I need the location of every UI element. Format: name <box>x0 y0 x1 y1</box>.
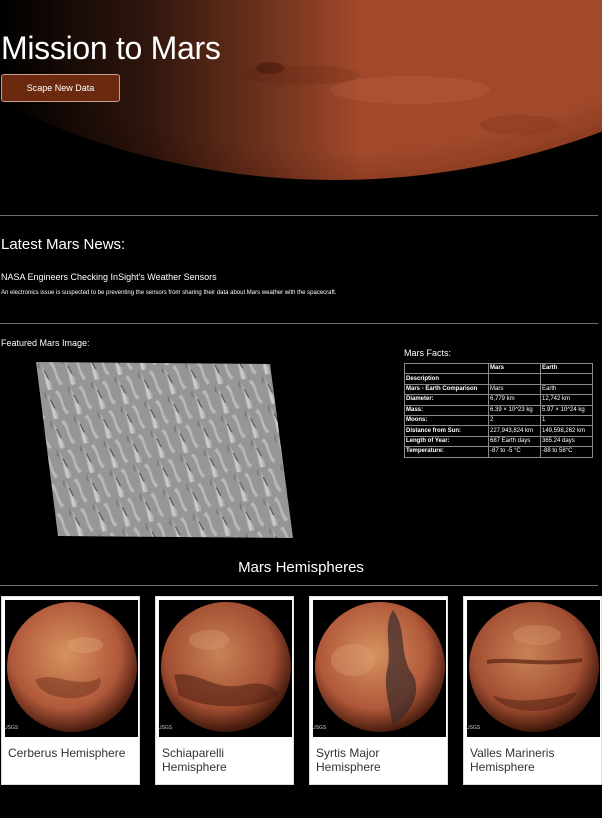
hemispheres-heading: Mars Hemispheres <box>238 559 364 576</box>
row-header: Temperature: <box>404 446 489 458</box>
mars-value <box>488 373 541 385</box>
hemisphere-name: Syrtis Major Hemisphere <box>316 746 381 774</box>
featured-mars-image[interactable] <box>36 362 294 540</box>
hemisphere-name: Cerberus Hemisphere <box>8 746 126 760</box>
mars-value: 227,943,824 km <box>488 425 541 437</box>
hero-banner: Mission to Mars Scape New Data <box>0 0 602 215</box>
table-row: Temperature: -87 to -5 °C -88 to 58°C <box>404 446 593 458</box>
row-header: Moons: <box>404 414 489 427</box>
divider <box>0 215 598 216</box>
earth-value: 149,598,262 km <box>540 425 593 437</box>
table-row: Diameter: 6,779 km 12,742 km <box>404 394 593 406</box>
mars-value: 6.39 × 10^23 kg <box>488 404 541 416</box>
mars-value: 2 <box>488 414 541 427</box>
hemisphere-card-cerberus[interactable]: USGS Cerberus Hemisphere <box>1 596 140 785</box>
hemisphere-card-valles-marineris[interactable]: USGS Valles Marineris Hemisphere <box>463 596 602 785</box>
hemisphere-card-schiaparelli[interactable]: USGS Schiaparelli Hemisphere <box>155 596 294 785</box>
news-headline: NASA Engineers Checking InSight's Weathe… <box>1 272 217 282</box>
row-header: Length of Year: <box>404 435 489 448</box>
table-row: Description <box>404 373 593 385</box>
table-row: Mass: 6.39 × 10^23 kg 5.97 × 10^24 kg <box>404 404 593 416</box>
divider <box>0 323 598 324</box>
earth-value: -88 to 58°C <box>540 446 593 458</box>
table-header-row: Mars Earth <box>404 362 593 375</box>
scrape-new-data-button[interactable]: Scape New Data <box>1 74 120 102</box>
syrtis-major-hemisphere-image[interactable] <box>313 600 446 737</box>
schiaparelli-hemisphere-image[interactable] <box>159 600 292 737</box>
hemisphere-card-syrtis-major[interactable]: USGS Syrtis Major Hemisphere <box>309 596 448 785</box>
mars-value: Mars <box>488 383 541 396</box>
usgs-watermark: USGS <box>312 725 327 731</box>
page-title: Mission to Mars <box>1 30 221 66</box>
mars-value: 6,779 km <box>488 394 541 406</box>
row-header: Distance from Sun: <box>404 425 489 437</box>
earth-value: 1 <box>540 414 593 427</box>
hemisphere-name: Valles Marineris Hemisphere <box>470 746 555 774</box>
column-header: Mars <box>488 362 541 375</box>
hemisphere-name: Schiaparelli Hemisphere <box>162 746 227 774</box>
column-header: Earth <box>540 362 593 375</box>
row-header: Description <box>404 373 489 385</box>
news-teaser: An electronics issue is suspected to be … <box>1 290 337 296</box>
table-row: Moons: 2 1 <box>404 414 593 427</box>
table-row: Distance from Sun: 227,943,824 km 149,59… <box>404 425 593 437</box>
row-header: Mass: <box>404 404 489 416</box>
row-header: Mars - Earth Comparison <box>404 383 489 396</box>
earth-value <box>540 373 593 385</box>
mars-value: -87 to -5 °C <box>488 446 541 458</box>
usgs-watermark: USGS <box>158 725 173 731</box>
mars-facts-label: Mars Facts: <box>404 348 452 358</box>
featured-image-label: Featured Mars Image: <box>1 338 90 348</box>
table-row: Length of Year: 687 Earth days 365.24 da… <box>404 435 593 448</box>
row-header: Diameter: <box>404 394 489 406</box>
mars-value: 687 Earth days <box>488 435 541 448</box>
cerberus-hemisphere-image[interactable] <box>5 600 138 737</box>
earth-value: 365.24 days <box>540 435 593 448</box>
usgs-watermark: USGS <box>4 725 19 731</box>
divider <box>0 585 598 586</box>
column-header <box>404 362 489 375</box>
latest-news-heading: Latest Mars News: <box>1 236 126 253</box>
usgs-watermark: USGS <box>466 725 481 731</box>
mars-facts-table: Mars Earth Description Mars - Earth Comp… <box>404 362 593 458</box>
valles-marineris-hemisphere-image[interactable] <box>467 600 600 737</box>
earth-value: Earth <box>540 383 593 396</box>
table-row: Mars - Earth Comparison Mars Earth <box>404 383 593 396</box>
earth-value: 5.97 × 10^24 kg <box>540 404 593 416</box>
earth-value: 12,742 km <box>540 394 593 406</box>
